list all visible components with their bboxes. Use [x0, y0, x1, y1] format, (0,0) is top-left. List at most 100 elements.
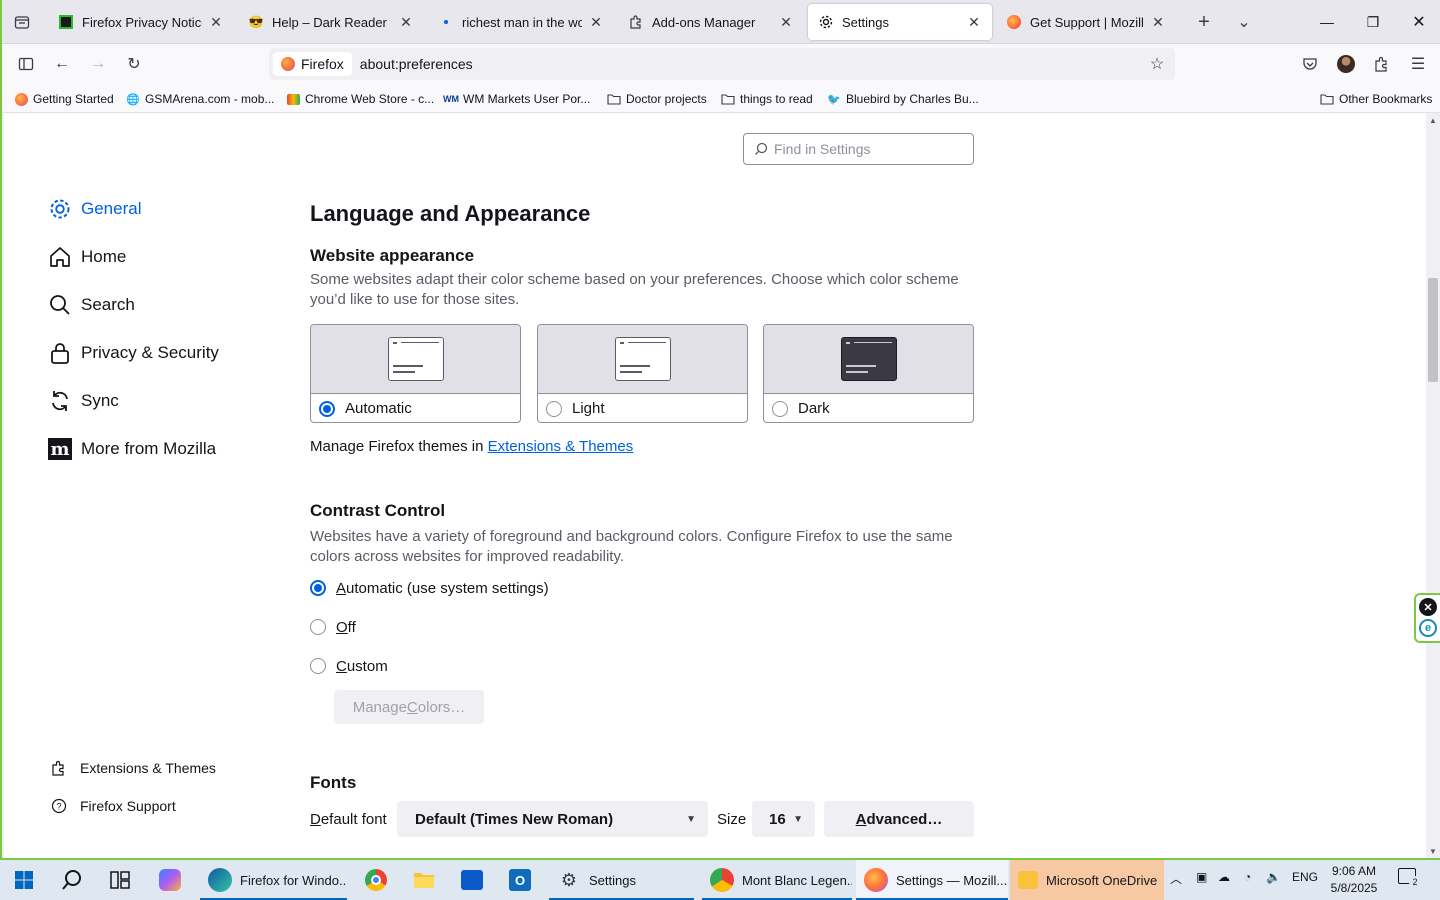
search-button[interactable] — [52, 864, 92, 896]
wifi-icon[interactable]: ◔ — [1244, 870, 1251, 884]
task-view-button[interactable] — [100, 864, 140, 896]
option-label: Custom — [336, 657, 388, 675]
appearance-option-automatic[interactable]: Automatic — [310, 324, 521, 423]
category-home[interactable]: Home — [47, 241, 126, 273]
close-icon[interactable]: ✕ — [588, 14, 604, 30]
theme-preview — [764, 325, 973, 394]
close-icon[interactable]: ✕ — [208, 14, 224, 30]
volume-icon[interactable]: 🔈 — [1266, 870, 1281, 884]
radio-dark[interactable] — [772, 400, 788, 417]
meet-now-icon[interactable]: ▣ — [1196, 870, 1207, 884]
tab-get-support[interactable]: Get Support | Mozilla Sup ✕ — [996, 4, 1176, 40]
list-all-tabs-button[interactable]: ⌄ — [1232, 10, 1256, 34]
scroll-down-arrow-icon[interactable]: ▼ — [1428, 846, 1438, 856]
bookmark-folder-things-to-read[interactable]: things to read — [721, 89, 813, 109]
taskbar-store[interactable] — [452, 864, 492, 896]
pocket-button[interactable] — [1298, 52, 1322, 76]
bookmark-label: Bluebird by Charles Bu... — [846, 92, 979, 106]
category-search[interactable]: Search — [47, 289, 135, 321]
language-indicator[interactable]: ENG — [1292, 870, 1318, 884]
appearance-option-light[interactable]: Light — [537, 324, 748, 423]
advanced-fonts-button[interactable]: Advanced… — [824, 801, 974, 837]
radio-contrast-off[interactable] — [310, 619, 326, 635]
radio-contrast-automatic[interactable] — [310, 580, 326, 596]
bookmark-folder-other[interactable]: Other Bookmarks — [1320, 89, 1432, 109]
bookmark-folder-doctor-projects[interactable]: Doctor projects — [607, 89, 707, 109]
category-sync[interactable]: Sync — [47, 385, 119, 417]
taskbar-outlook[interactable]: O — [500, 864, 540, 896]
category-privacy[interactable]: Privacy & Security — [47, 337, 219, 369]
taskbar-app-settings[interactable]: ⚙ Settings — [549, 860, 694, 900]
scrollbar[interactable]: ▲ ▼ — [1426, 113, 1440, 858]
copilot-button[interactable] — [150, 864, 190, 896]
bookmark-getting-started[interactable]: Getting Started — [14, 89, 114, 109]
taskbar-app-chrome-window[interactable]: Mont Blanc Legen... — [702, 860, 852, 900]
show-hidden-icons-button[interactable]: ︿ — [1170, 870, 1182, 887]
forward-button[interactable]: → — [86, 52, 110, 76]
app-menu-button[interactable]: ☰ — [1406, 52, 1430, 76]
close-icon[interactable]: ✕ — [398, 14, 414, 30]
identity-box[interactable]: Firefox — [273, 52, 352, 76]
close-icon[interactable]: ✕ — [1150, 14, 1166, 30]
minimize-button[interactable]: — — [1304, 0, 1350, 44]
default-font-select[interactable]: Default (Times New Roman) ▼ — [397, 801, 708, 837]
onedrive-cloud-icon[interactable]: ☁ — [1218, 870, 1230, 884]
taskbar-app-firefox[interactable]: Settings — Mozill... — [856, 860, 1008, 900]
taskbar-file-explorer[interactable] — [404, 864, 444, 896]
close-icon[interactable]: ✕ — [966, 14, 982, 30]
back-button[interactable]: ← — [50, 52, 74, 76]
bookmark-star-button[interactable]: ☆ — [1145, 52, 1169, 76]
tab-richest-man[interactable]: richest man in the world ✕ — [428, 4, 614, 40]
bookmark-gsmarena[interactable]: 🌐 GSMArena.com - mob... — [126, 89, 274, 109]
search-input[interactable]: Find in Settings — [743, 133, 974, 165]
appearance-option-dark[interactable]: Dark — [763, 324, 974, 423]
restore-button[interactable]: ❐ — [1350, 0, 1396, 44]
sidebar-button[interactable] — [14, 52, 38, 76]
taskbar-app-edge[interactable]: Firefox for Windo... — [200, 860, 347, 900]
tab-addons-manager[interactable]: Add-ons Manager ✕ — [618, 4, 804, 40]
clock[interactable]: 9:06 AM 5/8/2025 — [1318, 863, 1390, 897]
sidebar-link-firefox-support[interactable]: ? Firefox Support — [50, 794, 176, 818]
contrast-option-off[interactable]: Off — [310, 617, 356, 637]
address-bar[interactable]: Firefox about:preferences ☆ — [269, 48, 1175, 80]
windows-logo-icon — [15, 871, 33, 889]
notifications-button[interactable]: 2 — [1398, 868, 1421, 890]
bookmark-bluebird[interactable]: 🐦 Bluebird by Charles Bu... — [827, 89, 979, 109]
radio-contrast-custom[interactable] — [310, 658, 326, 674]
contrast-option-custom[interactable]: Custom — [310, 656, 388, 676]
tab-privacy-notice[interactable]: Firefox Privacy Notice — ✕ — [48, 4, 234, 40]
gear-icon — [47, 196, 73, 222]
taskbar-app-onedrive[interactable]: Microsoft OneDrive — [1010, 860, 1164, 900]
option-label: Dark — [798, 400, 830, 417]
reload-button[interactable]: ↻ — [122, 52, 146, 76]
new-tab-button[interactable]: + — [1192, 10, 1216, 34]
scroll-up-arrow-icon[interactable]: ▲ — [1428, 115, 1438, 125]
radio-automatic[interactable] — [319, 400, 335, 417]
category-more-from-mozilla[interactable]: m More from Mozilla — [47, 433, 216, 465]
account-button[interactable] — [1334, 52, 1358, 76]
font-size-select[interactable]: 16 ▼ — [752, 801, 815, 837]
firefox-logo-icon — [281, 57, 295, 71]
bookmark-wm-markets[interactable]: WM WM Markets User Por... — [443, 89, 590, 109]
taskbar-app-label: Settings — Mozill... — [896, 872, 1008, 888]
url-text[interactable]: about:preferences — [360, 56, 473, 72]
close-icon[interactable]: ✕ — [1419, 598, 1437, 616]
radio-light[interactable] — [546, 400, 562, 417]
tab-settings[interactable]: Settings ✕ — [808, 4, 992, 40]
dark-reader-e-icon[interactable]: e — [1419, 619, 1437, 637]
category-general[interactable]: General — [47, 193, 141, 225]
manage-colors-button[interactable]: Manage Colors… — [334, 690, 484, 724]
extensions-themes-link[interactable]: Extensions & Themes — [488, 438, 634, 455]
close-icon[interactable]: ✕ — [778, 14, 794, 30]
tab-dark-reader-help[interactable]: 😎 Help – Dark Reader ✕ — [238, 4, 424, 40]
lock-icon — [47, 340, 73, 366]
firefox-view-button[interactable] — [10, 10, 34, 34]
extensions-button[interactable] — [1370, 52, 1394, 76]
bookmark-chrome-web-store[interactable]: Chrome Web Store - c... — [286, 89, 434, 109]
contrast-option-automatic[interactable]: Automatic (use system settings) — [310, 578, 549, 598]
scrollbar-thumb[interactable] — [1428, 278, 1438, 382]
sidebar-link-extensions-themes[interactable]: Extensions & Themes — [50, 756, 216, 780]
taskbar-chrome[interactable] — [356, 864, 396, 896]
start-button[interactable] — [4, 864, 44, 896]
close-window-button[interactable]: ✕ — [1396, 0, 1440, 44]
